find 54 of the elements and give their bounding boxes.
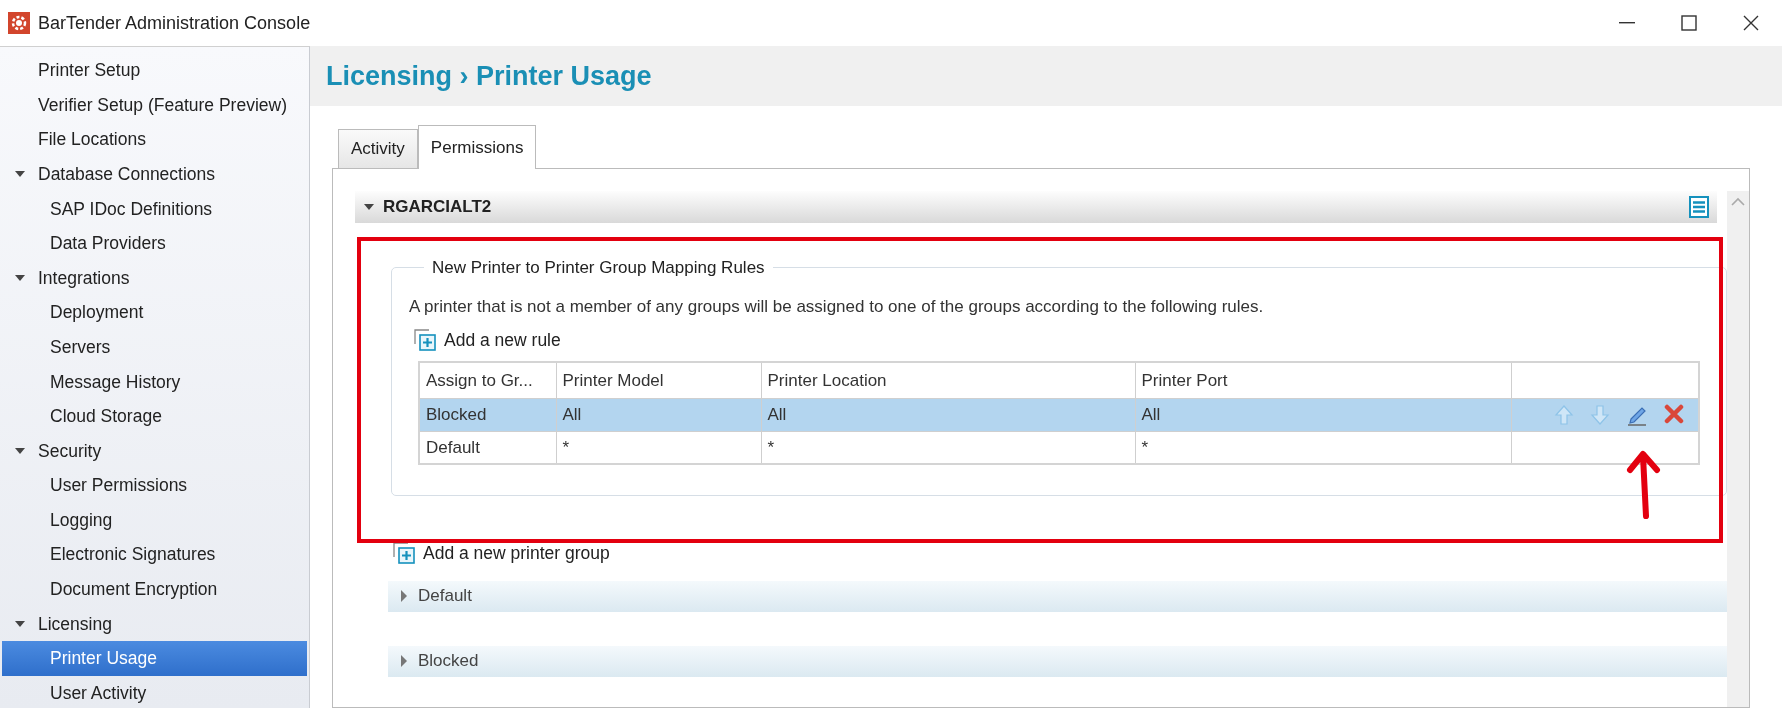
add-icon — [393, 542, 415, 565]
page-title: Licensing › Printer Usage — [326, 59, 652, 93]
sidebar-item[interactable]: Printer Setup — [2, 53, 307, 88]
table-cell: All — [761, 398, 1135, 432]
close-icon — [1743, 15, 1759, 31]
sidebar-item[interactable]: Licensing — [2, 606, 307, 642]
tab[interactable]: Activity — [338, 129, 418, 168]
group-header[interactable]: Default — [388, 580, 1727, 612]
maximize-icon — [1681, 15, 1697, 31]
minimize-icon — [1619, 22, 1635, 24]
sidebar-item[interactable]: Message History — [2, 364, 307, 399]
collapsed-caret-icon[interactable] — [400, 590, 408, 602]
collapse-caret-icon[interactable] — [363, 202, 375, 211]
table-cell: Blocked — [419, 398, 556, 432]
expanded-caret-icon[interactable] — [14, 619, 26, 628]
tab[interactable]: Permissions — [417, 125, 537, 169]
group-header[interactable]: Blocked — [388, 645, 1727, 677]
expanded-caret-icon[interactable] — [14, 446, 26, 455]
add-group-link[interactable]: Add a new printer group — [393, 540, 1727, 567]
sidebar-item[interactable]: SAP IDoc Definitions — [2, 191, 307, 226]
sidebar-item[interactable]: Verifier Setup (Feature Preview) — [2, 87, 307, 123]
sidebar-item[interactable]: Integrations — [2, 260, 307, 296]
column-header[interactable]: Printer Port — [1135, 362, 1511, 399]
scroll-up-icon[interactable] — [1731, 196, 1745, 206]
sidebar-item[interactable]: Deployment — [2, 295, 307, 330]
group-title: RGARCIALT2 — [383, 195, 492, 218]
sidebar-item[interactable]: Printer Usage — [2, 641, 307, 676]
sidebar-item[interactable]: File Locations — [2, 122, 307, 157]
sidebar-item[interactable]: Document Encryption — [2, 571, 307, 607]
collapsed-caret-icon[interactable] — [400, 655, 408, 667]
sidebar-item[interactable]: User Activity — [2, 675, 307, 708]
sidebar-item[interactable]: Logging — [2, 502, 307, 538]
description-text: A printer that is not a member of any groups will be assigned to one of the groups according to the following rules. — [409, 295, 1265, 318]
delete-icon[interactable] — [1664, 403, 1684, 424]
add-icon — [414, 329, 436, 352]
column-header[interactable]: Printer Model — [556, 362, 761, 399]
sidebar-item[interactable]: Cloud Storage — [2, 398, 307, 434]
expanded-caret-icon[interactable] — [14, 273, 26, 282]
add-rule-link[interactable]: Add a new rule — [414, 327, 561, 354]
section-legend: New Printer to Printer Group Mapping Rules — [424, 258, 773, 276]
sidebar-item[interactable]: Data Providers — [2, 225, 307, 261]
sidebar-item[interactable]: Security — [2, 433, 307, 469]
expanded-caret-icon[interactable] — [14, 170, 26, 179]
sidebar-item[interactable]: User Permissions — [2, 468, 307, 503]
app-logo-icon — [8, 12, 30, 34]
table-cell: All — [556, 398, 761, 432]
sidebar-item[interactable]: Electronic Signatures — [2, 537, 307, 572]
sidebar-item[interactable]: Database Connections — [2, 156, 307, 192]
menu-icon[interactable] — [1689, 195, 1709, 218]
column-header[interactable]: Assign to Gr... — [419, 362, 556, 399]
table-cell: All — [1135, 398, 1511, 432]
window-title: BarTender Administration Console — [38, 11, 311, 35]
column-header[interactable]: Printer Location — [761, 362, 1135, 399]
sidebar-item[interactable]: Servers — [2, 329, 307, 365]
